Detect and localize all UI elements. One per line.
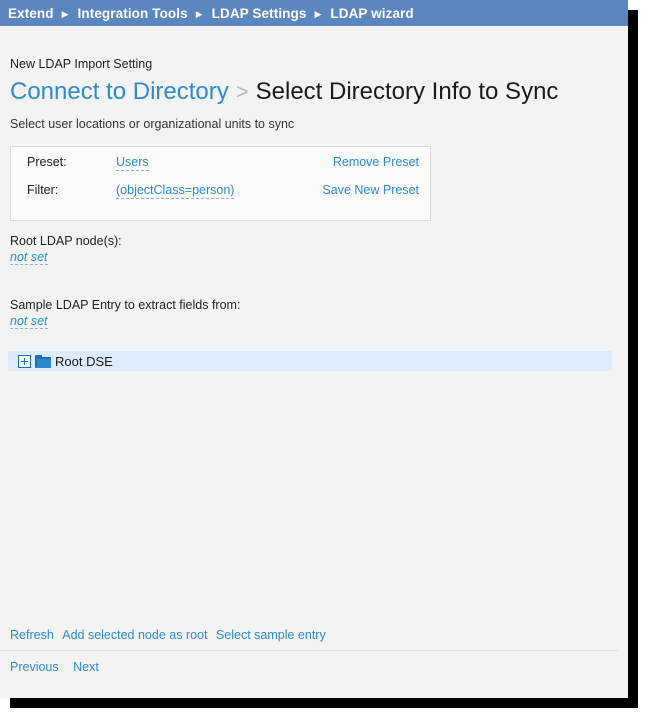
ldap-wizard-window: Extend ▶ Integration Tools ▶ LDAP Settin…: [0, 0, 628, 698]
breadcrumb-item-ldap-settings[interactable]: LDAP Settings: [212, 6, 307, 21]
root-ldap-nodes-section: Root LDAP node(s): not set: [10, 234, 628, 266]
ldap-tree: Root DSE: [10, 351, 628, 371]
breadcrumb-item-extend[interactable]: Extend: [8, 6, 54, 21]
breadcrumb: Extend ▶ Integration Tools ▶ LDAP Settin…: [0, 0, 628, 26]
page-eyebrow: New LDAP Import Setting: [10, 57, 628, 71]
root-ldap-nodes-label: Root LDAP node(s):: [10, 234, 628, 248]
wizard-step-current: Select Directory Info to Sync: [256, 78, 559, 106]
triangle-right-icon: ▶: [196, 10, 203, 19]
add-selected-node-as-root-link[interactable]: Add selected node as root: [62, 628, 207, 642]
preset-label: Preset:: [11, 155, 116, 169]
page-title: Connect to Directory > Select Directory …: [10, 78, 628, 106]
remove-preset-link[interactable]: Remove Preset: [333, 155, 430, 169]
sample-entry-section: Sample LDAP Entry to extract fields from…: [10, 298, 628, 330]
filter-label: Filter:: [11, 183, 116, 197]
preset-value-field[interactable]: Users: [116, 155, 149, 171]
tree-node-root-dse[interactable]: Root DSE: [8, 351, 612, 371]
action-links: Refresh Add selected node as root Select…: [10, 626, 628, 650]
select-sample-entry-link[interactable]: Select sample entry: [216, 628, 326, 642]
triangle-right-icon: ▶: [62, 10, 69, 19]
page-content: New LDAP Import Setting Connect to Direc…: [0, 57, 628, 371]
save-new-preset-link[interactable]: Save New Preset: [322, 183, 430, 197]
next-button[interactable]: Next: [73, 660, 99, 674]
preset-panel: Preset: Users Remove Preset Filter: (obj…: [10, 146, 431, 221]
bottom-bar: Refresh Add selected node as root Select…: [0, 626, 628, 698]
plus-box-icon[interactable]: [18, 355, 31, 368]
triangle-right-icon: ▶: [314, 10, 321, 19]
sample-entry-label: Sample LDAP Entry to extract fields from…: [10, 298, 628, 312]
wizard-navigation: Previous Next: [10, 651, 628, 698]
breadcrumb-item-ldap-wizard[interactable]: LDAP wizard: [330, 6, 413, 21]
title-separator: >: [236, 79, 249, 105]
filter-value-field[interactable]: (objectClass=person): [116, 183, 234, 199]
wizard-step-link-connect-to-directory[interactable]: Connect to Directory: [10, 78, 229, 106]
root-ldap-nodes-value[interactable]: not set: [10, 250, 48, 265]
folder-icon: [35, 355, 51, 368]
filter-row: Filter: (objectClass=person) Save New Pr…: [11, 183, 430, 211]
sample-entry-value[interactable]: not set: [10, 314, 48, 329]
refresh-link[interactable]: Refresh: [10, 628, 54, 642]
previous-button[interactable]: Previous: [10, 660, 59, 674]
tree-node-label: Root DSE: [55, 354, 113, 369]
preset-row: Preset: Users Remove Preset: [11, 155, 430, 183]
page-subtitle: Select user locations or organizational …: [10, 117, 628, 131]
breadcrumb-item-integration-tools[interactable]: Integration Tools: [78, 6, 188, 21]
